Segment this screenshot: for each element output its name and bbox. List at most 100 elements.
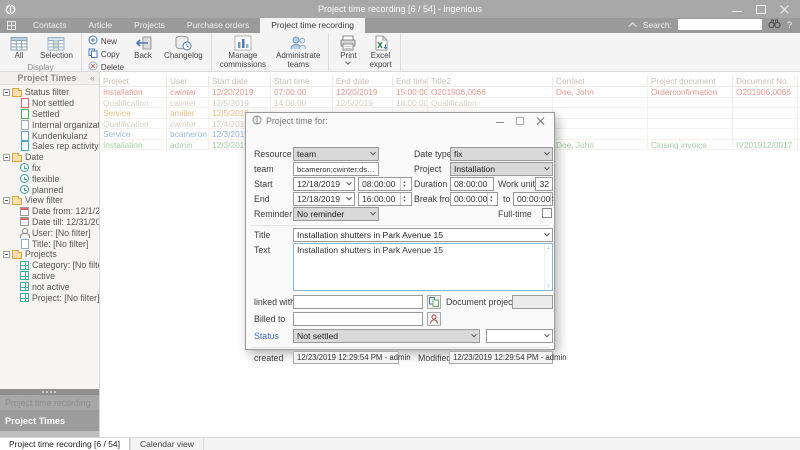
full-time-checkbox[interactable] [542,208,552,218]
work-unit-field[interactable]: 32 [535,177,553,191]
resource-select[interactable]: team [293,147,379,161]
manage-commissions-button[interactable]: Manage commissions [216,34,270,70]
team-label: team [254,164,274,174]
column-header[interactable]: Project [100,76,167,86]
scrollbar[interactable]: ▴▾ [544,244,552,290]
tree-item[interactable]: Internal organization [0,119,99,130]
column-header[interactable]: User [167,76,209,86]
panel-project-times[interactable]: Project Times [0,410,99,431]
column-header[interactable]: Title2 [428,76,553,86]
end-time-field[interactable]: 16:00:00▴▾ [358,192,412,206]
spinner-icon[interactable]: ▴▾ [550,193,553,205]
start-date-field[interactable]: 12/18/2019 [293,177,355,191]
tree-item[interactable]: active [0,271,99,282]
dialog-title-bar[interactable]: Project time for: [246,113,554,128]
date-type-select[interactable]: fix [450,147,553,161]
tree-expander-icon[interactable] [3,154,10,161]
dialog-maximize-icon[interactable] [516,117,524,125]
tree-item[interactable]: Kundenkulanz [0,130,99,141]
help-icon[interactable]: ? [787,20,792,30]
tab-project-time-recording[interactable]: Project time recording [260,18,365,33]
link-record-button[interactable] [427,295,441,309]
status-select[interactable]: Not settled [293,329,480,343]
tree-expander-icon[interactable] [3,197,10,204]
spinner-icon[interactable]: ▴▾ [400,193,408,205]
back-button[interactable]: Back [128,34,158,62]
reminder-select[interactable]: No reminder [293,207,379,221]
text-area[interactable]: Installation shutters in Park Avenue 15 … [293,243,553,291]
team-field[interactable]: bcameron;cwinter;dsmith … [293,162,379,176]
tree-item[interactable]: Projects [0,249,99,260]
spinner-icon[interactable]: ▴▾ [400,178,408,190]
selection-button[interactable]: Selection [36,34,77,62]
changelog-button[interactable]: Changelog [160,34,207,62]
tab-article[interactable]: Article [78,18,124,33]
collapse-ribbon-icon[interactable] [628,22,636,30]
tree-item[interactable]: Project: [No filter] [0,292,99,303]
maximize-icon[interactable] [756,5,766,14]
close-icon[interactable] [780,5,790,14]
tree-expander-icon[interactable] [3,89,10,96]
tree-item[interactable]: Not settled [0,98,99,109]
column-header[interactable]: Start time [271,76,333,86]
excel-export-button[interactable]: Excel export [365,34,395,70]
start-time-field[interactable]: 08:00:00▴▾ [358,177,412,191]
column-header[interactable]: End time [393,76,428,86]
tree-item[interactable]: fix [0,163,99,174]
column-header[interactable]: End date [333,76,393,86]
panel-splitter[interactable] [0,389,99,395]
table-row[interactable]: Installationcwinter12/20/201907:00:0012/… [100,87,800,98]
dialog-minimize-icon[interactable] [496,118,504,123]
billed-to-field[interactable] [293,312,423,326]
table-row[interactable]: Qualificationcwinter12/5/201914:00:0012/… [100,98,800,109]
tree-item[interactable]: Status filter [0,87,99,98]
tree-item[interactable]: Date from: 12/1/2019 [0,206,99,217]
select-person-button[interactable] [427,312,441,326]
dialog-close-icon[interactable] [536,117,544,125]
tree-item[interactable]: Sales rep activity [0,141,99,152]
panel-project-time-recording[interactable]: Project time recording [0,395,99,410]
break-to-field[interactable]: 00:00:00▴▾ [513,192,553,206]
all-button[interactable]: All [4,34,34,62]
title-combo[interactable]: Installation shutters in Park Avenue 15 [293,228,553,242]
chevron-down-icon [544,332,550,338]
new-button[interactable]: New [88,35,124,47]
sidebar-collapse-icon[interactable]: « [90,73,95,83]
project-select[interactable]: Installation [450,162,553,176]
column-header[interactable]: Project document [648,76,733,86]
search-input[interactable] [678,19,762,30]
tree-item[interactable]: flexible [0,173,99,184]
binoculars-icon[interactable] [768,18,781,31]
menu-grid-icon[interactable] [7,21,16,30]
administrate-teams-button[interactable]: Administrate teams [272,34,324,70]
bottom-tab-project-time-recording[interactable]: Project time recording [6 / 54] [0,438,130,450]
end-date-field[interactable]: 12/18/2019 [293,192,355,206]
column-header[interactable]: Contact [553,76,648,86]
tab-projects[interactable]: Projects [123,18,176,33]
tab-purchase-orders[interactable]: Purchase orders [176,18,260,33]
column-header[interactable]: Document No. [733,76,798,86]
linked-with-field[interactable] [293,295,423,309]
tree-expander-icon[interactable] [3,251,10,258]
duration-field[interactable]: 08:00:00 [450,177,494,191]
tree-item[interactable]: not active [0,281,99,292]
tree-item[interactable]: planned [0,184,99,195]
tree-item[interactable]: View filter [0,195,99,206]
bottom-tab-calendar-view[interactable]: Calendar view [130,438,204,450]
tree-item[interactable]: Category: [No filter] [0,260,99,271]
status-label[interactable]: Status [254,331,279,341]
tree-item[interactable]: Settled [0,109,99,120]
tree-item[interactable]: Date till: 12/31/2019 [0,217,99,228]
column-header[interactable]: Start date [209,76,271,86]
spinner-icon[interactable]: ▴▾ [487,193,494,205]
print-button[interactable]: Print [333,34,363,65]
tree-item[interactable]: Title: [No filter] [0,238,99,249]
team-more-button[interactable]: … [367,165,375,174]
minimize-icon[interactable] [732,6,742,12]
tree-item[interactable]: Date [0,152,99,163]
copy-button[interactable]: Copy [88,48,124,60]
break-from-field[interactable]: 00:00:00▴▾ [450,192,498,206]
status-extra-select[interactable] [486,329,553,343]
tree-item[interactable]: User: [No filter] [0,227,99,238]
tab-contacts[interactable]: Contacts [22,18,78,33]
